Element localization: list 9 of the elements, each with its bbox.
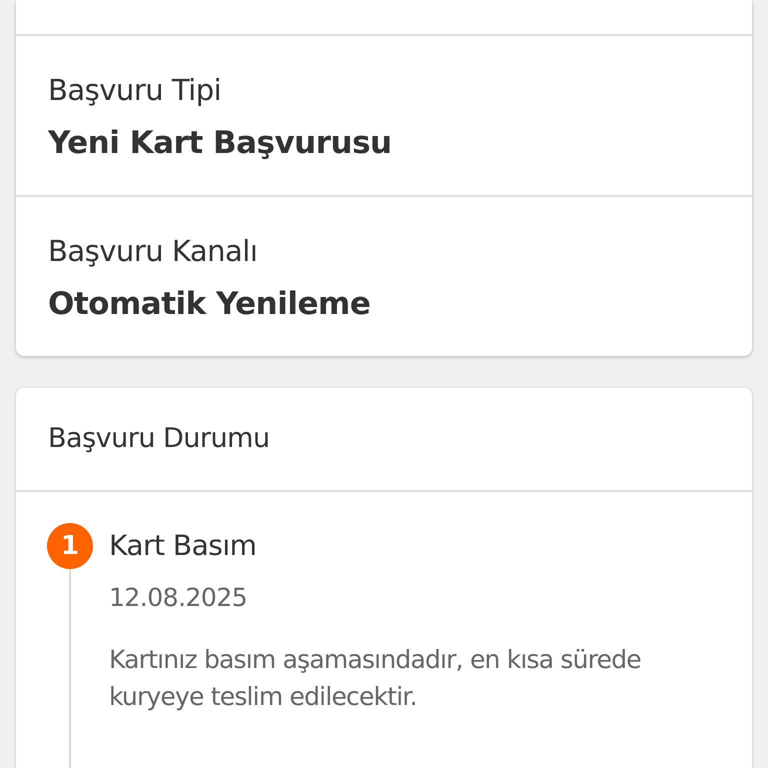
step-number-badge: 1 bbox=[47, 523, 93, 569]
detail-label: Başvuru Tipi bbox=[48, 72, 222, 109]
step-description: Kartınız basım aşamasındadır, en kısa sürede kuryeye teslim edilecektir. bbox=[109, 644, 642, 712]
detail-value: Yeni Kart Başvurusu bbox=[48, 124, 393, 163]
step-date: 12.08.2025 bbox=[109, 582, 248, 614]
section-title: Başvuru Durumu bbox=[48, 422, 270, 456]
detail-label: Başvuru Kanalı bbox=[48, 233, 258, 270]
step-title: Kart Basım bbox=[109, 528, 258, 564]
detail-value: Otomatik Yenileme bbox=[48, 285, 372, 324]
